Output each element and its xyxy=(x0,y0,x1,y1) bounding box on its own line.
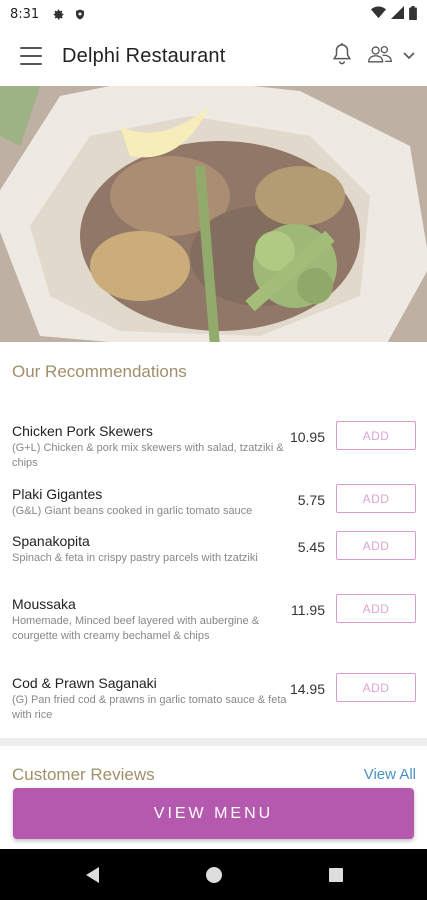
chevron-down-icon xyxy=(403,47,415,65)
add-button[interactable]: ADD xyxy=(336,594,416,623)
hero-food-image xyxy=(0,86,427,342)
section-divider xyxy=(0,738,427,746)
notification-bell-icon[interactable] xyxy=(331,42,353,71)
recents-icon[interactable] xyxy=(324,863,348,887)
app-bar: Delphi Restaurant xyxy=(0,28,427,84)
dish-price: 11.95 xyxy=(291,602,325,618)
dish-description: Spinach & feta in crispy pastry parcels … xyxy=(12,552,258,564)
dish-name: Spanakopita xyxy=(12,533,90,549)
wifi-icon xyxy=(371,6,386,22)
status-bar: 8:31 xyxy=(0,0,427,28)
hamburger-menu-icon[interactable] xyxy=(20,47,42,65)
account-switch-button[interactable] xyxy=(367,44,415,69)
dish-price: 5.45 xyxy=(297,539,325,555)
system-nav-bar xyxy=(0,849,427,900)
recommendations-title: Our Recommendations xyxy=(12,362,187,381)
users-icon xyxy=(367,44,393,69)
customer-reviews-title: Customer Reviews xyxy=(12,765,155,784)
dish-name: Moussaka xyxy=(12,596,76,612)
dish-description: (G+L) Chicken & pork mix skewers with sa… xyxy=(12,442,284,469)
dish-description: (G) Pan fried cod & prawns in garlic tom… xyxy=(12,694,287,721)
dish-price: 5.75 xyxy=(297,492,325,508)
dish-name: Plaki Gigantes xyxy=(12,486,103,502)
cell-signal-icon xyxy=(391,6,404,22)
view-menu-button[interactable]: VIEW MENU xyxy=(13,788,414,839)
view-all-link[interactable]: View All xyxy=(364,766,416,783)
settings-gear-icon xyxy=(51,7,65,21)
add-button[interactable]: ADD xyxy=(336,484,416,513)
shield-icon xyxy=(73,7,87,21)
dish-name: Cod & Prawn Saganaki xyxy=(12,675,157,691)
add-button[interactable]: ADD xyxy=(336,421,416,450)
dish-name: Chicken Pork Skewers xyxy=(12,423,153,439)
dish-price: 10.95 xyxy=(289,429,325,445)
battery-icon xyxy=(409,5,417,23)
dish-price: 14.95 xyxy=(289,681,325,697)
home-icon[interactable] xyxy=(202,863,226,887)
dish-description: Homemade, Minced beef layered with auber… xyxy=(12,615,260,642)
dish-description: (G&L) Giant beans cooked in garlic tomat… xyxy=(12,505,253,517)
add-button[interactable]: ADD xyxy=(336,531,416,560)
back-icon[interactable] xyxy=(80,863,104,887)
status-time: 8:31 xyxy=(10,6,40,22)
restaurant-title: Delphi Restaurant xyxy=(62,44,226,67)
add-button[interactable]: ADD xyxy=(336,673,416,702)
